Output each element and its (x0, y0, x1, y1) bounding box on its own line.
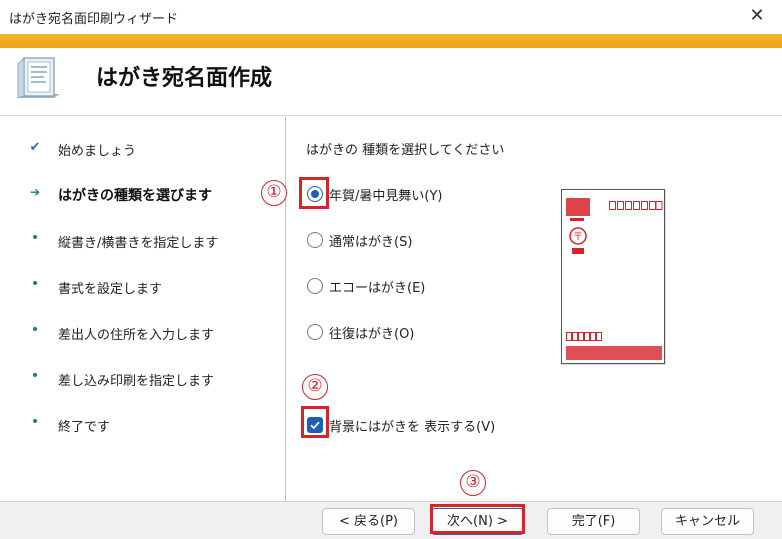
step-label: 縦書き/横書きを指定します (58, 236, 219, 251)
step-item-start: ✔ 始めましょう (0, 138, 286, 164)
step-label: 差し込み印刷を指定します (58, 374, 215, 389)
back-button[interactable]: < 戻る(P) (322, 508, 415, 535)
step-item-format: • 書式を設定します (0, 276, 286, 302)
accent-bar (0, 34, 782, 48)
instruction-text: はがきの 種類を選択してください (306, 143, 505, 158)
wizard-document-icon (14, 54, 64, 106)
stamp-icon: 〒 (569, 227, 587, 245)
postal-code-boxes (609, 201, 663, 210)
radio-label[interactable]: 通常はがき(S) (329, 231, 412, 250)
step-label: 書式を設定します (58, 282, 163, 297)
radio-button[interactable] (307, 278, 323, 294)
postmark-art (566, 198, 590, 216)
footer-art (566, 346, 662, 360)
cancel-button[interactable]: キャンセル (661, 508, 754, 535)
radio-button[interactable] (307, 232, 323, 248)
callout-box-1 (299, 177, 329, 209)
arrow-right-icon: ➔ (29, 185, 41, 199)
step-label: 終了です (58, 420, 111, 435)
callout-number-3: ③ (460, 470, 486, 496)
callout-box-3 (430, 504, 525, 534)
callout-number-2: ② (302, 374, 328, 400)
callout-box-2 (301, 406, 329, 438)
radio-button[interactable] (307, 324, 323, 340)
finish-button[interactable]: 完了(F) (547, 508, 640, 535)
sender-postal-boxes (566, 332, 602, 341)
bullet-icon: • (30, 230, 40, 246)
bullet-icon: • (30, 276, 40, 292)
radio-label[interactable]: 往復はがき(O) (329, 323, 414, 342)
callout-number-1: ① (261, 180, 287, 206)
step-item-orientation: • 縦書き/横書きを指定します (0, 230, 286, 256)
options-panel: はがきの 種類を選択してください 年賀/暑中見舞い(Y) 通常はがき(S) エコ… (287, 117, 782, 501)
step-item-sender: • 差出人の住所を入力します (0, 322, 286, 348)
step-list: ✔ 始めましょう ➔ はがきの種類を選びます • 縦書き/横書きを指定します •… (0, 117, 286, 501)
step-label: はがきの種類を選びます (58, 188, 212, 204)
step-label: 始めましょう (58, 144, 137, 159)
step-item-finish: • 終了です (0, 414, 286, 440)
window-title: はがき宛名面印刷ウィザード (9, 12, 179, 27)
step-label: 差出人の住所を入力します (58, 328, 215, 343)
postcard-preview-image: 〒 (561, 189, 665, 364)
title-bar: はがき宛名面印刷ウィザード ✕ (0, 0, 782, 34)
step-item-merge: • 差し込み印刷を指定します (0, 368, 286, 394)
bullet-icon: • (30, 368, 40, 384)
page-title: はがき宛名面作成 (96, 66, 273, 91)
radio-label[interactable]: 年賀/暑中見舞い(Y) (329, 185, 442, 204)
step-item-card-type: ➔ はがきの種類を選びます (0, 183, 286, 209)
bullet-icon: • (30, 414, 40, 430)
close-icon[interactable]: ✕ (746, 5, 768, 27)
checkbox-label[interactable]: 背景にはがきを 表示する(V) (329, 416, 495, 435)
button-bar: < 戻る(P) 次へ(N) > 完了(F) キャンセル (0, 501, 782, 539)
wizard-header: はがき宛名面作成 (0, 48, 782, 116)
svg-text:〒: 〒 (573, 232, 583, 243)
checkmark-icon: ✔ (29, 140, 41, 155)
bullet-icon: • (30, 322, 40, 338)
radio-label[interactable]: エコーはがき(E) (329, 277, 425, 296)
